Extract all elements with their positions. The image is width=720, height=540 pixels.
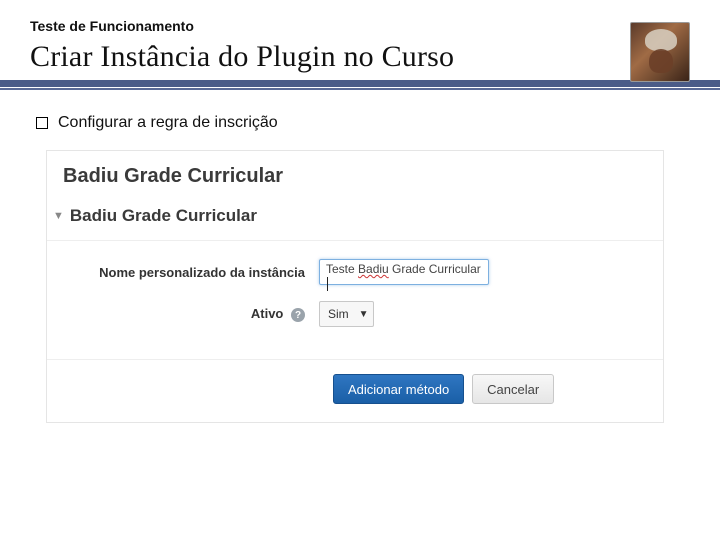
slide-title: Criar Instância do Plugin no Curso [30,40,720,74]
active-row: Ativo ? Sim ▼ [69,301,641,327]
cancel-button[interactable]: Cancelar [472,374,554,404]
active-label-text: Ativo [251,306,284,321]
instance-name-label: Nome personalizado da instância [69,265,319,280]
instance-name-value-part3: Grade Curricular [389,262,481,276]
instance-name-row: Nome personalizado da instância Teste Ba… [69,259,641,285]
instance-name-input[interactable]: Teste Badiu Grade Curricular [319,259,489,285]
active-select-value: Sim [328,307,349,321]
add-method-button[interactable]: Adicionar método [333,374,464,404]
chevron-down-icon: ▼ [359,309,369,320]
instance-name-value-part1: Teste [326,262,358,276]
slide-header: Teste de Funcionamento Criar Instância d… [0,0,720,74]
presenter-avatar [630,22,690,82]
section-header: ▼ Badiu Grade Curricular [47,198,663,241]
active-select[interactable]: Sim ▼ [319,301,374,327]
section-title: Badiu Grade Curricular [70,206,257,226]
card-title: Badiu Grade Curricular [47,151,663,198]
form-area: Nome personalizado da instância Teste Ba… [47,241,663,360]
bullet-text: Configurar a regra de inscrição [58,114,278,132]
help-icon[interactable]: ? [291,308,305,322]
instance-name-value-part2: Badiu [358,262,389,276]
action-bar: Adicionar método Cancelar [47,360,663,422]
form-card: Badiu Grade Curricular ▼ Badiu Grade Cur… [46,150,664,423]
bullet-item: Configurar a regra de inscrição [36,114,684,132]
header-divider [0,80,720,90]
text-cursor-icon [327,277,328,291]
square-bullet-icon [36,117,48,129]
slide-subtitle: Teste de Funcionamento [30,18,720,34]
active-label: Ativo ? [69,306,319,323]
slide-content: Configurar a regra de inscrição Badiu Gr… [0,90,720,423]
collapse-toggle-icon[interactable]: ▼ [53,210,64,222]
